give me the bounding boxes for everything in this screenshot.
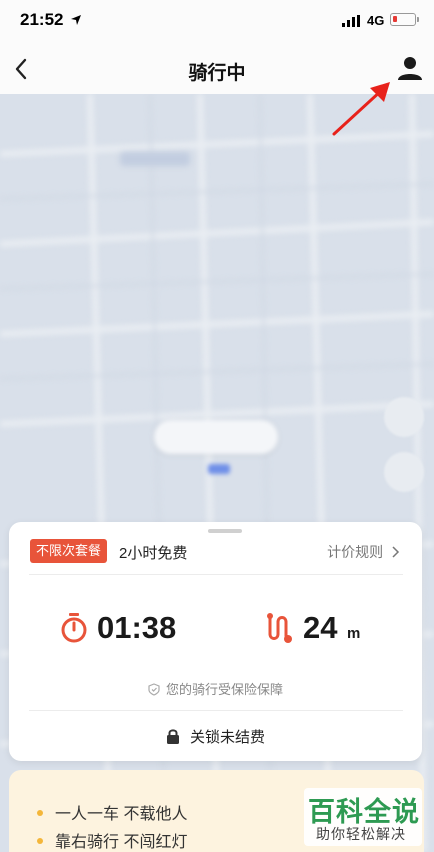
lock-icon bbox=[166, 729, 179, 744]
map-location-bubble bbox=[154, 420, 278, 454]
bullet-dot-icon bbox=[37, 810, 43, 816]
divider bbox=[29, 710, 403, 711]
ride-info-card: 不限次套餐 2小时免费 计价规则 01:38 24 m 您的骑行受保险保障 关锁… bbox=[9, 522, 422, 761]
map-search-button[interactable] bbox=[384, 452, 424, 492]
map-bike-marker bbox=[208, 464, 230, 474]
annotation-arrow-icon bbox=[332, 82, 390, 136]
watermark-subtitle: 助你轻松解决 bbox=[316, 826, 406, 842]
signal-icon bbox=[342, 15, 360, 27]
stopwatch-icon bbox=[61, 613, 87, 643]
shield-icon bbox=[148, 683, 160, 696]
free-duration-text: 2小时免费 bbox=[119, 545, 188, 562]
route-icon bbox=[267, 613, 292, 643]
elapsed-time: 01:38 bbox=[97, 610, 177, 645]
drag-handle[interactable] bbox=[208, 529, 242, 533]
insurance-note: 您的骑行受保险保障 bbox=[9, 679, 422, 698]
distance-value: 24 bbox=[303, 610, 338, 645]
status-bar: 21:52 4G bbox=[0, 0, 434, 44]
status-time: 21:52 bbox=[20, 10, 64, 29]
tip-text: 靠右骑行 不闯红灯 bbox=[55, 834, 188, 851]
watermark-logo: 百科全说 助你轻松解决 bbox=[304, 788, 422, 846]
list-item: 一人一车 不载他人 bbox=[37, 800, 187, 824]
divider bbox=[29, 574, 403, 575]
map-locate-button[interactable] bbox=[384, 397, 424, 437]
map-place-label bbox=[120, 152, 190, 166]
plan-badge: 不限次套餐 bbox=[30, 539, 108, 563]
insurance-text: 您的骑行受保险保障 bbox=[165, 682, 283, 697]
tip-text: 一人一车 不载他人 bbox=[55, 806, 188, 823]
pricing-rules-label: 计价规则 bbox=[327, 544, 384, 560]
location-arrow-icon bbox=[71, 15, 81, 25]
chevron-right-icon bbox=[392, 546, 400, 558]
user-icon[interactable] bbox=[394, 54, 426, 84]
battery-icon bbox=[390, 13, 419, 26]
bullet-dot-icon bbox=[37, 838, 43, 844]
list-item: 靠右骑行 不闯红灯 bbox=[37, 828, 187, 852]
lock-status: 关锁未结费 bbox=[9, 726, 422, 747]
distance-unit: m bbox=[347, 625, 361, 642]
lock-status-text: 关锁未结费 bbox=[189, 729, 265, 746]
network-type: 4G bbox=[367, 13, 385, 28]
pricing-rules-link[interactable]: 计价规则 bbox=[327, 542, 400, 562]
